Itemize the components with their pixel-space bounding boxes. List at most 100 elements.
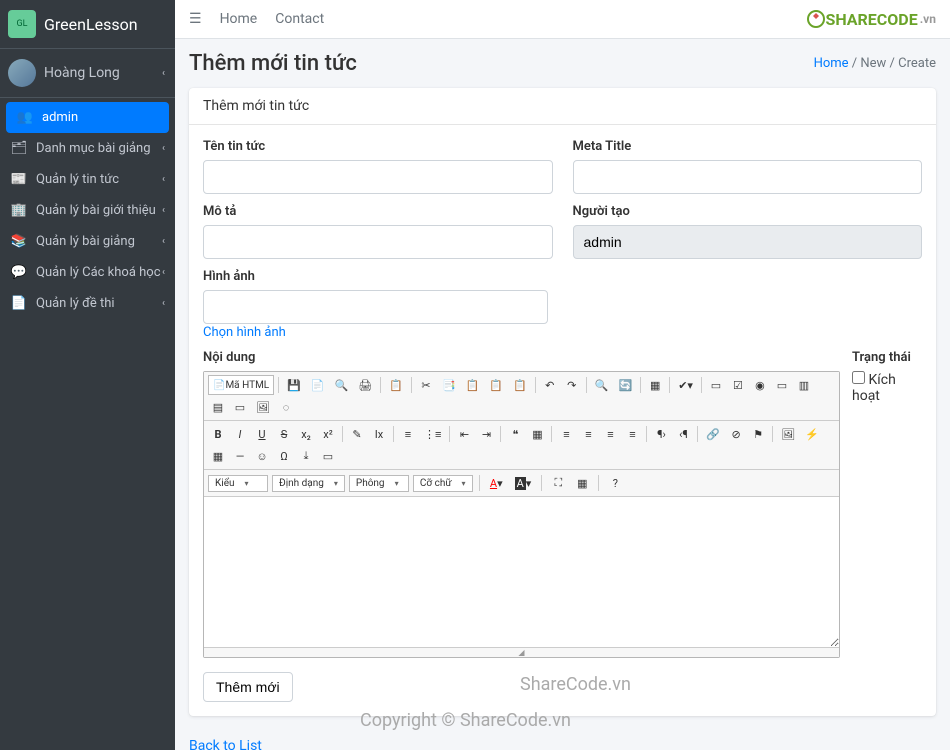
iframe-icon[interactable]: ▭ — [318, 446, 338, 466]
textcolor-icon[interactable]: A▾ — [486, 473, 507, 493]
specialchar-icon[interactable]: Ω — [274, 446, 294, 466]
showblocks-icon[interactable]: ▦ — [572, 473, 592, 493]
link-icon[interactable]: 🔗 — [702, 424, 724, 444]
ltr-icon[interactable]: ¶› — [651, 424, 671, 444]
newpage-icon[interactable]: 📄 — [307, 375, 329, 395]
input-mota[interactable] — [203, 225, 553, 259]
link-chonhinh[interactable]: Chọn hình ảnh — [203, 325, 286, 340]
label-hinhanh: Hình ảnh — [203, 269, 548, 284]
textfield-icon[interactable]: ▭ — [772, 375, 792, 395]
submit-button[interactable]: Thêm mới — [203, 672, 293, 702]
table-icon[interactable]: ▦ — [208, 446, 228, 466]
brand[interactable]: GL GreenLesson — [0, 0, 175, 49]
div-icon[interactable]: ▦ — [527, 424, 547, 444]
nav-tintuc[interactable]: 📰 Quản lý tin tức ‹ — [0, 164, 175, 195]
superscript-icon[interactable]: x² — [318, 424, 338, 444]
menu-toggle-icon[interactable]: ☰ — [189, 11, 202, 27]
topnav-contact[interactable]: Contact — [275, 11, 324, 27]
preview-icon[interactable]: 🔍 — [331, 375, 353, 395]
size-label: Cỡ chữ — [420, 478, 452, 489]
sharecode-text: SHARECODE — [826, 10, 918, 29]
indent-icon[interactable]: ⇥ — [476, 424, 496, 444]
copy-icon[interactable]: 📑 — [438, 375, 460, 395]
redo-icon[interactable]: ↷ — [562, 375, 582, 395]
select-icon[interactable]: ▤ — [208, 397, 228, 417]
image-icon[interactable]: 🖼 — [777, 424, 799, 444]
format-combo[interactable]: Định dạng — [272, 475, 345, 492]
strike-icon[interactable]: S — [274, 424, 294, 444]
nav-gioithieu[interactable]: 🏢 Quản lý bài giới thiệu ‹ — [0, 195, 175, 226]
user-panel[interactable]: Hoàng Long ‹ — [0, 49, 175, 98]
hidden-icon[interactable]: ◌ — [276, 397, 296, 417]
hr-icon[interactable]: — — [230, 446, 250, 466]
about-icon[interactable]: ? — [605, 473, 625, 493]
font-label: Phông — [356, 478, 385, 489]
button-icon[interactable]: ▭ — [230, 397, 250, 417]
nav-danhmuc[interactable]: 🗂 Danh mục bài giảng ‹ — [0, 133, 175, 164]
copyformat-icon[interactable]: Ix — [369, 424, 389, 444]
checkbox-kichhoat[interactable] — [852, 371, 865, 384]
editor-content[interactable] — [204, 497, 839, 647]
save-icon[interactable]: 💾 — [283, 375, 305, 395]
style-combo[interactable]: Kiểu — [208, 475, 268, 492]
form-icon[interactable]: ▭ — [706, 375, 726, 395]
unlink-icon[interactable]: ⊘ — [726, 424, 746, 444]
undo-icon[interactable]: ↶ — [540, 375, 560, 395]
editor-toolbar-3: Kiểu Định dạng Phông Cỡ chữ A▾ A▾ ⛶ ▦ — [204, 470, 839, 497]
bold-icon[interactable]: B — [208, 424, 228, 444]
aligncenter-icon[interactable]: ≡ — [578, 424, 598, 444]
rtl-icon[interactable]: ‹¶ — [673, 424, 693, 444]
templates-icon[interactable]: 📋 — [385, 375, 407, 395]
paste-text-icon[interactable]: 📋 — [485, 375, 507, 395]
textarea-icon[interactable]: ▥ — [794, 375, 814, 395]
bulletedlist-icon[interactable]: ⋮≡ — [420, 424, 445, 444]
kichhoat-wrapper[interactable]: Kích hoạt — [852, 372, 896, 404]
alignleft-icon[interactable]: ≡ — [556, 424, 576, 444]
topnav-home[interactable]: Home — [220, 11, 258, 27]
selectall-icon[interactable]: ▦ — [645, 375, 665, 395]
imagebutton-icon[interactable]: 🖼 — [252, 397, 274, 417]
nav-khoahoc[interactable]: 💬 Quản lý Các khoá học ‹ — [0, 257, 175, 288]
input-meta[interactable] — [573, 160, 923, 194]
top-nav: ☰ Home Contact SHARECODE.vn — [175, 0, 950, 39]
label-trangthai: Trạng thái — [852, 350, 922, 365]
resize-grip[interactable]: ◢ — [204, 647, 839, 657]
checkbox-icon[interactable]: ☑ — [728, 375, 748, 395]
nav-admin[interactable]: 👥 admin — [6, 102, 169, 133]
numberedlist-icon[interactable]: ≡ — [398, 424, 418, 444]
bgcolor-icon[interactable]: A▾ — [511, 473, 536, 493]
page-title: Thêm mới tin tức — [189, 51, 357, 76]
print-icon[interactable]: 🖨 — [354, 375, 376, 395]
input-ten[interactable] — [203, 160, 553, 194]
breadcrumb-home[interactable]: Home — [814, 56, 849, 71]
removeformat-icon[interactable]: ✎ — [347, 424, 367, 444]
justify-icon[interactable]: ≡ — [622, 424, 642, 444]
outdent-icon[interactable]: ⇤ — [454, 424, 474, 444]
pagebreak-icon[interactable]: ⤓ — [296, 446, 316, 466]
nav-dethi[interactable]: 📄 Quản lý đề thi ‹ — [0, 288, 175, 319]
paste-icon[interactable]: 📋 — [462, 375, 484, 395]
nav-baigiang[interactable]: 📚 Quản lý bài giảng ‹ — [0, 226, 175, 257]
source-button[interactable]: 📄 Mã HTML — [208, 375, 274, 395]
underline-icon[interactable]: U — [252, 424, 272, 444]
cut-icon[interactable]: ✂ — [416, 375, 436, 395]
paste-word-icon[interactable]: 📋 — [509, 375, 531, 395]
input-hinhanh[interactable] — [203, 290, 548, 324]
italic-icon[interactable]: I — [230, 424, 250, 444]
find-icon[interactable]: 🔍 — [591, 375, 613, 395]
replace-icon[interactable]: 🔄 — [614, 375, 636, 395]
anchor-icon[interactable]: ⚑ — [748, 424, 768, 444]
flash-icon[interactable]: ⚡ — [801, 424, 823, 444]
size-combo[interactable]: Cỡ chữ — [413, 475, 473, 492]
alignright-icon[interactable]: ≡ — [600, 424, 620, 444]
maximize-icon[interactable]: ⛶ — [548, 473, 568, 493]
blockquote-icon[interactable]: ❝ — [505, 424, 525, 444]
radio-icon[interactable]: ◉ — [750, 375, 770, 395]
subscript-icon[interactable]: x₂ — [296, 424, 316, 444]
back-link[interactable]: Back to List — [175, 728, 950, 750]
spellcheck-icon[interactable]: ✔▾ — [674, 375, 697, 395]
font-combo[interactable]: Phông — [349, 475, 409, 492]
file-icon: 📄 — [10, 296, 28, 311]
card-title: Thêm mới tin tức — [189, 88, 936, 125]
smiley-icon[interactable]: ☺ — [252, 446, 272, 466]
